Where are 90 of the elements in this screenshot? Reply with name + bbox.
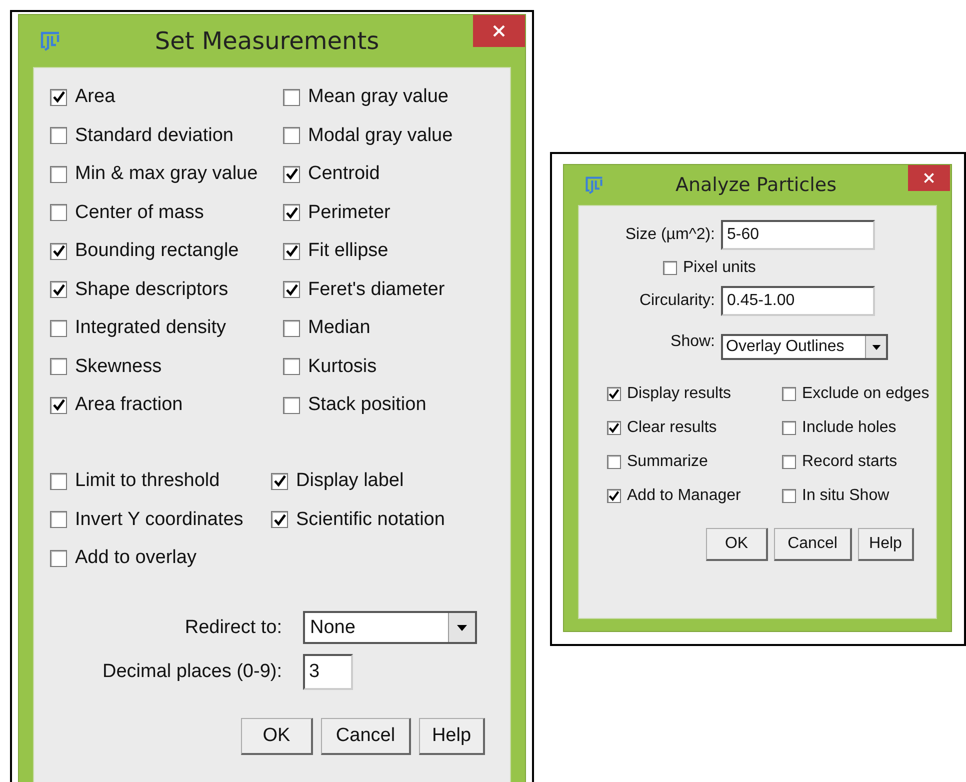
field-label: Decimal places (0-9): [102,661,283,683]
checkbox[interactable] [283,127,300,144]
checkbox[interactable] [607,455,621,469]
checkbox[interactable] [50,472,67,490]
checkbox-label: Area fraction [75,394,183,416]
circularity-field[interactable]: 0.45-1.00 [721,286,875,316]
checkbox[interactable] [782,455,796,469]
checkbox-label: Add to Manager [627,487,741,505]
checkbox-label: Limit to threshold [75,470,220,492]
checkbox-label: Modal gray value [308,124,453,146]
checkbox-label: Record starts [802,453,898,471]
checkbox-label: In situ Show [802,487,890,505]
checkbox[interactable] [663,261,677,275]
checkbox-label: Standard deviation [75,124,234,146]
checkbox[interactable] [283,396,300,414]
checkbox-label: Kurtosis [308,356,377,378]
checkbox[interactable] [607,387,621,401]
checkbox[interactable] [50,550,67,566]
checkbox-label: Feret's diameter [308,278,445,300]
checkbox[interactable] [271,511,288,528]
checkbox[interactable] [283,204,300,221]
checkbox-label: Display results [627,385,732,403]
checkbox-label: Summarize [627,453,708,471]
checkbox-label: Centroid [308,163,380,185]
dialog-button[interactable]: Cancel [321,718,411,755]
checkbox[interactable] [50,320,67,336]
checkbox[interactable] [782,489,796,503]
checkbox-label: Center of mass [75,202,204,224]
window-title: Analyze Particles [674,174,838,196]
checkbox[interactable] [283,320,300,336]
checkbox[interactable] [283,281,300,298]
checkbox-label: Pixel units [683,259,756,277]
close-button[interactable] [473,15,525,47]
field-label: Show: [670,333,716,351]
checkbox-label: Median [308,317,370,339]
checkbox-label: Clear results [627,419,717,437]
dialog-button[interactable]: Cancel [774,528,852,561]
field-label: Redirect to: [184,616,283,638]
checkbox-label: Include holes [802,419,896,437]
close-icon [492,24,506,38]
checkbox[interactable] [782,387,796,401]
checkbox[interactable] [50,127,67,144]
dialog-button[interactable]: OK [241,718,313,755]
app-icon [584,175,604,195]
checkbox-label: Mean gray value [308,86,448,108]
field-label: Size (µm^2): [624,226,716,244]
checkbox-label: Stack position [308,394,426,416]
checkbox[interactable] [50,281,67,298]
caret-icon [457,624,467,630]
checkbox-label: Area [75,86,116,108]
checkbox-label: Invert Y coordinates [75,508,244,530]
field-label: Circularity: [638,292,716,310]
redirect-dropdown[interactable]: None [303,611,477,644]
dialog-button[interactable]: Help [858,528,914,561]
checkbox[interactable] [50,204,67,221]
close-icon [923,172,935,184]
checkbox[interactable] [283,166,300,182]
checkbox-label: Scientific notation [296,508,445,530]
checkbox-label: Skewness [75,356,162,378]
checkbox-label: Display label [296,470,404,492]
checkbox[interactable] [50,166,67,182]
checkbox[interactable] [607,489,621,503]
checkbox[interactable] [50,88,67,106]
checkbox[interactable] [283,88,300,106]
checkbox[interactable] [50,396,67,414]
show-dropdown[interactable]: Overlay Outlines [721,334,888,360]
checkbox[interactable] [50,358,67,375]
checkbox[interactable] [283,242,300,260]
checkbox-label: Add to overlay [75,547,196,569]
window-title: Set Measurements [154,27,380,55]
checkbox-label: Exclude on edges [802,385,930,403]
checkbox-label: Integrated density [75,317,226,339]
checkbox-label: Bounding rectangle [75,240,239,262]
dialog-button[interactable]: OK [706,528,768,561]
checkbox-label: Perimeter [308,202,390,224]
decimal-places-field[interactable]: 3 [303,654,353,690]
close-button[interactable] [908,165,950,191]
checkbox-label: Shape descriptors [75,278,228,300]
checkbox[interactable] [271,472,288,490]
checkbox[interactable] [782,421,796,435]
caret-icon [872,344,880,350]
size-field[interactable]: 5-60 [721,220,875,250]
checkbox-label: Min & max gray value [75,163,258,185]
checkbox-label: Fit ellipse [308,240,388,262]
checkbox[interactable] [283,358,300,375]
dialog-button[interactable]: Help [419,718,485,755]
checkbox[interactable] [50,511,67,528]
checkbox[interactable] [607,421,621,435]
checkbox[interactable] [50,242,67,260]
app-icon [39,30,61,52]
